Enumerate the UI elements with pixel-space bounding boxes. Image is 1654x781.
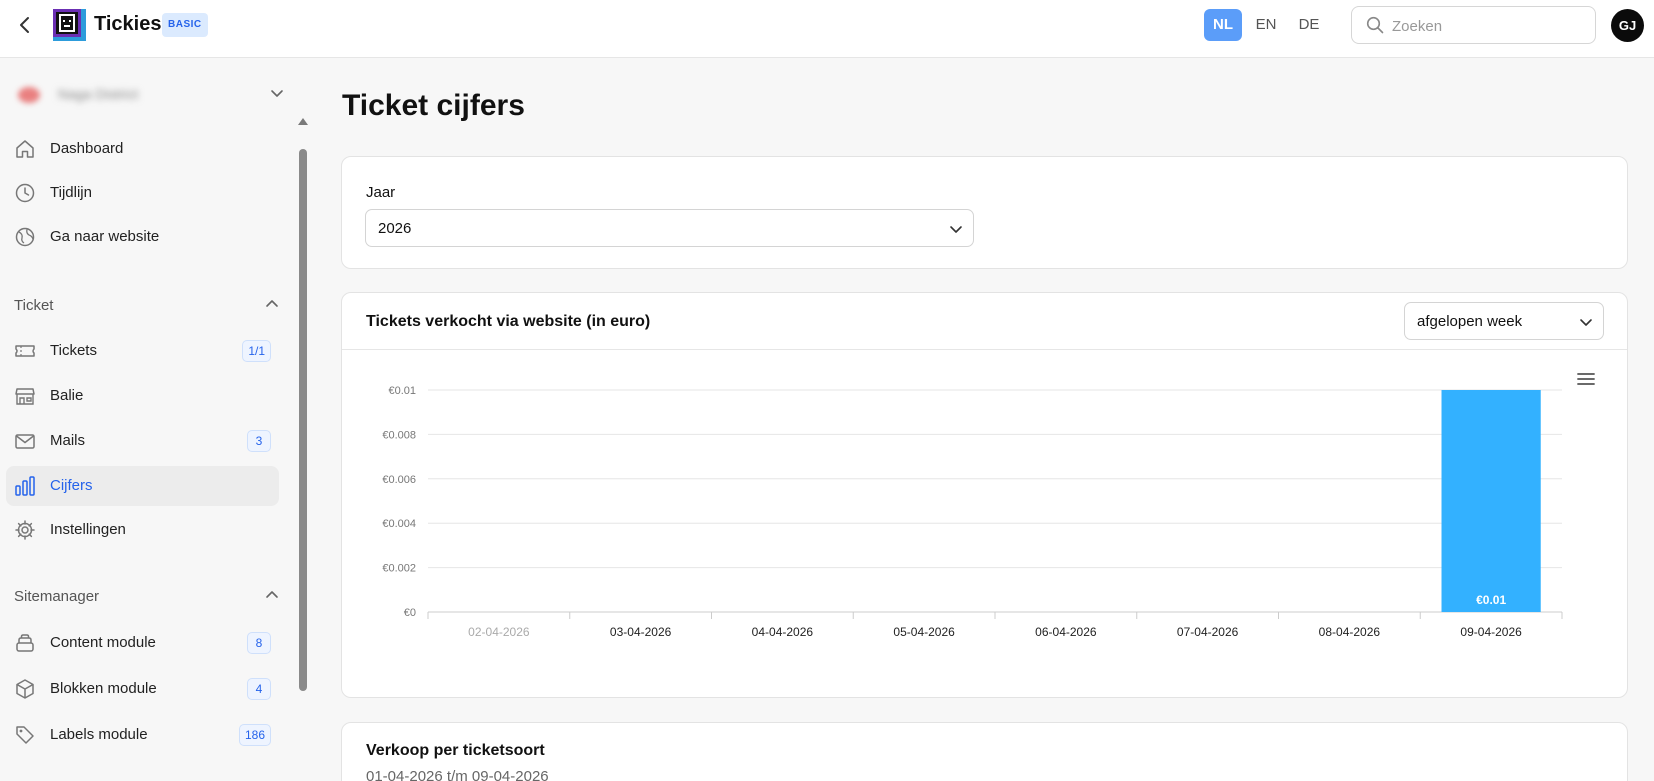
chevron-up-icon — [266, 591, 278, 598]
tag-icon — [16, 726, 34, 744]
sidebar-scrollbar[interactable] — [299, 149, 307, 691]
chart-bar — [1441, 390, 1541, 612]
org-switcher[interactable]: Naga District — [14, 80, 284, 108]
ticket-icon — [15, 345, 35, 357]
period-select-value: afgelopen week — [1417, 313, 1523, 330]
ticket-type-sales-card: Verkoop per ticketsoort 01-04-2026 t/m 0… — [341, 722, 1628, 781]
x-tick-label: 08-04-2026 — [1319, 625, 1381, 639]
sidebar-item-label: Ga naar website — [50, 228, 160, 245]
sidebar-item-cijfers[interactable]: Cijfers — [6, 466, 279, 506]
x-tick-label: 04-04-2026 — [752, 625, 814, 639]
sidebar-item-dashboard[interactable]: Dashboard — [6, 129, 279, 169]
section-ticket-toggle[interactable]: Ticket — [14, 294, 279, 318]
year-select-value: 2026 — [378, 220, 412, 237]
cube-icon — [16, 679, 34, 699]
chevron-down-icon — [271, 90, 283, 97]
y-tick-label: €0.006 — [382, 474, 416, 486]
search-icon — [1366, 16, 1384, 34]
sidebar-item-label: Content module — [50, 634, 156, 651]
home-icon — [16, 140, 34, 158]
chevron-down-icon — [1580, 319, 1592, 326]
store-icon — [15, 388, 35, 405]
y-tick-label: €0.008 — [382, 429, 416, 441]
layers-icon — [16, 634, 34, 652]
top-bar: Tickies BASIC NL EN DE GJ — [0, 0, 1654, 58]
period-select[interactable]: afgelopen week — [1404, 302, 1604, 340]
scroll-up-arrow[interactable] — [298, 118, 308, 125]
chevron-down-icon — [950, 226, 962, 233]
clock-icon — [15, 183, 35, 203]
search-input[interactable] — [1392, 15, 1582, 37]
x-tick-label: 06-04-2026 — [1035, 625, 1097, 639]
sales-date-range: 01-04-2026 t/m 09-04-2026 — [366, 768, 549, 781]
app-title: Tickies — [94, 13, 162, 35]
sidebar-item-label: Labels module — [50, 726, 148, 743]
y-tick-label: €0.004 — [382, 518, 416, 530]
sidebar-item-tijdlijn[interactable]: Tijdlijn — [6, 173, 279, 213]
lang-de-button[interactable]: DE — [1290, 9, 1328, 41]
section-title: Ticket — [14, 297, 54, 314]
sidebar-item-content-module[interactable]: Content module 8 — [6, 623, 279, 663]
count-badge: 4 — [247, 678, 271, 700]
search-box — [1351, 6, 1596, 44]
sidebar-item-label: Balie — [50, 387, 84, 404]
x-tick-label: 07-04-2026 — [1177, 625, 1239, 639]
gear-icon — [15, 520, 35, 540]
sidebar-item-tickets[interactable]: Tickets 1/1 — [6, 331, 279, 371]
sales-chart-card: Tickets verkocht via website (in euro) a… — [341, 292, 1628, 698]
sidebar-item-instellingen[interactable]: Instellingen — [6, 510, 279, 550]
sidebar-item-label: Dashboard — [50, 140, 124, 157]
sidebar-item-label: Blokken module — [50, 680, 157, 697]
data-label: €0.01 — [1476, 593, 1506, 607]
bar-chart-icon — [15, 476, 35, 496]
sidebar: Naga District Dashboard Tijdlijn Ga naar… — [0, 58, 310, 781]
sidebar-item-blokken-module[interactable]: Blokken module 4 — [6, 669, 279, 709]
year-filter-card: Jaar 2026 — [341, 156, 1628, 269]
globe-icon — [15, 227, 35, 247]
x-tick-label: 03-04-2026 — [610, 625, 672, 639]
count-badge: 8 — [247, 632, 271, 654]
x-tick-label: 05-04-2026 — [893, 625, 955, 639]
x-tick-label: 09-04-2026 — [1460, 625, 1522, 639]
section-sitemanager-toggle[interactable]: Sitemanager — [14, 585, 279, 609]
lang-nl-button[interactable]: NL — [1204, 9, 1242, 41]
page-title: Ticket cijfers — [342, 89, 525, 122]
mail-icon — [15, 434, 35, 449]
chart-title: Tickets verkocht via website (in euro) — [366, 313, 651, 330]
sidebar-item-labels-module[interactable]: Labels module 186 — [6, 715, 279, 755]
chevron-up-icon — [266, 300, 278, 307]
sales-card-title: Verkoop per ticketsoort — [366, 742, 545, 759]
x-tick-label: 02-04-2026 — [468, 625, 530, 639]
plan-badge: BASIC — [162, 13, 208, 37]
year-select[interactable]: 2026 — [365, 209, 974, 247]
sidebar-item-label: Cijfers — [50, 477, 93, 494]
count-badge: 3 — [247, 430, 271, 452]
year-label: Jaar — [366, 184, 396, 201]
y-tick-label: €0.01 — [388, 385, 416, 397]
org-name: Naga District — [58, 86, 139, 102]
org-logo — [18, 87, 40, 103]
app-logo — [53, 9, 86, 41]
sidebar-item-label: Instellingen — [50, 521, 126, 538]
sidebar-item-website[interactable]: Ga naar website — [6, 217, 279, 257]
back-icon[interactable] — [14, 14, 34, 36]
sidebar-item-label: Tijdlijn — [50, 184, 92, 201]
sidebar-item-balie[interactable]: Balie — [6, 376, 279, 416]
sidebar-item-label: Mails — [50, 432, 86, 449]
y-tick-label: €0.002 — [382, 563, 416, 575]
section-title: Sitemanager — [14, 588, 100, 605]
sidebar-item-mails[interactable]: Mails 3 — [6, 421, 279, 461]
user-avatar[interactable]: GJ — [1611, 9, 1644, 42]
sidebar-item-label: Tickets — [50, 342, 97, 359]
lang-en-button[interactable]: EN — [1247, 9, 1285, 41]
y-tick-label: €0 — [404, 607, 416, 619]
bar-chart: €0 €0.002 €0.004 €0.006 €0.008 €0.01 02-04-202… — [382, 385, 1563, 639]
count-badge: 1/1 — [242, 340, 271, 362]
count-badge: 186 — [238, 724, 271, 746]
